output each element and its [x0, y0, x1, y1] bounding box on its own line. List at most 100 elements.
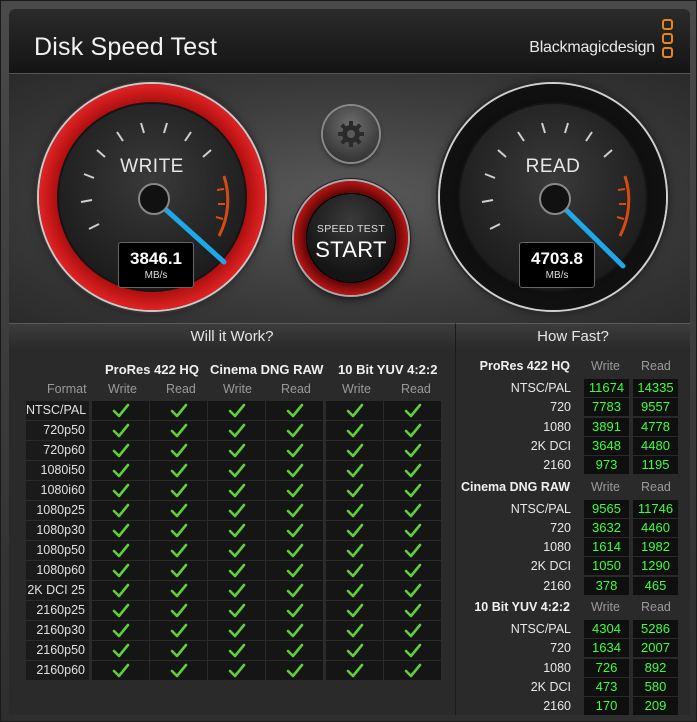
check-icon	[326, 561, 383, 580]
codec-header-yuv: 10 Bit YUV 4:2:2	[338, 362, 438, 377]
check-icon	[266, 541, 323, 560]
how-fast-row: 2K DCI 3648 4480	[456, 436, 691, 456]
how-fast-format: 720	[550, 520, 571, 535]
will-it-work-header: Will it Work?	[9, 323, 455, 349]
how-fast-panel: ProRes 422 HQ Write Read NTSC/PAL 11674 14335…	[455, 349, 691, 716]
format-name: 1080p25	[26, 501, 89, 520]
prores-read-header: Read	[166, 382, 196, 396]
check-icon	[266, 561, 323, 580]
check-icon	[326, 601, 383, 620]
write-speed-cell: 473	[584, 677, 629, 696]
check-icon	[326, 421, 383, 440]
app-window: Disk Speed Test Blackmagicdesign WRITE 3…	[0, 0, 697, 722]
check-icon	[92, 521, 149, 540]
check-icon	[384, 481, 441, 500]
how-fast-format: 2160	[543, 699, 571, 714]
check-icon	[150, 401, 207, 420]
read-speed-cell: 1982	[633, 538, 678, 557]
check-icon	[92, 541, 149, 560]
check-icon	[208, 441, 265, 460]
check-icon	[150, 481, 207, 500]
settings-button[interactable]	[323, 106, 379, 162]
check-icon	[92, 501, 149, 520]
read-speed-cell: 465	[633, 576, 678, 595]
read-speed-cell: 4778	[633, 417, 678, 436]
format-name: 2160p50	[26, 641, 89, 660]
blackmagic-logo-icon	[662, 19, 674, 61]
check-icon	[208, 481, 265, 500]
read-speed-cell: 209	[633, 697, 678, 716]
format-name: 1080p50	[26, 541, 89, 560]
how-fast-section-title: ProRes 422 HQ	[479, 359, 570, 373]
check-icon	[326, 541, 383, 560]
check-icon	[208, 601, 265, 620]
how-fast-format: 2160	[543, 578, 571, 593]
read-speed-cell: 892	[633, 658, 678, 677]
check-icon	[384, 521, 441, 540]
check-icon	[150, 421, 207, 440]
write-speed-cell: 4304	[584, 620, 629, 638]
will-it-work-panel: ProRes 422 HQ Cinema DNG RAW 10 Bit YUV …	[9, 349, 455, 715]
write-speed-cell: 378	[584, 576, 629, 595]
check-icon	[208, 461, 265, 480]
gauge-area: WRITE 3846.1 MB/s SPEED TEST START READ …	[9, 73, 690, 323]
check-icon	[384, 461, 441, 480]
write-speed-cell: 170	[584, 697, 629, 716]
check-icon	[326, 401, 383, 420]
check-icon	[92, 461, 149, 480]
how-fast-format: NTSC/PAL	[510, 622, 571, 636]
check-icon	[150, 501, 207, 520]
read-speed-cell: 14335	[633, 379, 678, 397]
format-name: 720p50	[26, 421, 89, 440]
check-icon	[92, 441, 149, 460]
start-button-sublabel: SPEED TEST	[316, 223, 386, 235]
check-icon	[92, 641, 149, 660]
read-speed-value: 4703.8	[531, 249, 583, 268]
how-fast-row: 2K DCI 1050 1290	[456, 557, 691, 576]
read-speed-cell: 4480	[633, 436, 678, 455]
how-fast-write-header: Write	[591, 479, 620, 494]
check-icon	[266, 581, 323, 600]
how-fast-row: NTSC/PAL 9565 11746	[456, 499, 691, 519]
how-fast-row: 2160 973 1195	[456, 456, 691, 475]
check-icon	[92, 581, 149, 600]
check-icon	[150, 561, 207, 580]
format-column-header: Format	[47, 382, 87, 396]
write-speed-cell: 1634	[584, 639, 629, 658]
check-icon	[150, 521, 207, 540]
format-name: NTSC/PAL	[26, 401, 89, 420]
write-speed-unit: MB/s	[144, 270, 168, 281]
start-button[interactable]: SPEED TEST START	[294, 181, 408, 295]
check-icon	[208, 541, 265, 560]
check-icon	[92, 621, 149, 640]
check-icon	[384, 501, 441, 520]
format-name: 2160p25	[26, 601, 89, 620]
check-icon	[92, 561, 149, 580]
start-button-label: START	[315, 237, 387, 262]
read-speed-cell: 11746	[633, 499, 678, 518]
write-speed-cell: 9565	[584, 499, 629, 518]
check-icon	[326, 581, 383, 600]
check-icon	[208, 561, 265, 580]
check-icon	[150, 581, 207, 600]
how-fast-write-header: Write	[591, 359, 620, 373]
read-speed-cell: 1195	[633, 456, 678, 475]
check-icon	[266, 601, 323, 620]
check-icon	[92, 481, 149, 500]
check-icon	[384, 441, 441, 460]
check-icon	[326, 501, 383, 520]
write-speed-cell: 7783	[584, 398, 629, 417]
how-fast-row: 2160 378 465	[456, 576, 691, 596]
how-fast-format: 2160	[543, 458, 571, 473]
how-fast-row: NTSC/PAL 4304 5286	[456, 620, 691, 639]
check-icon	[208, 581, 265, 600]
check-icon	[150, 661, 207, 680]
check-icon	[266, 421, 323, 440]
read-speed-cell: 4460	[633, 518, 678, 537]
check-icon	[326, 461, 383, 480]
check-icon	[208, 621, 265, 640]
check-icon	[150, 461, 207, 480]
format-name: 1080i50	[26, 461, 89, 480]
how-fast-format: 1080	[543, 540, 571, 555]
read-speed-cell: 580	[633, 677, 678, 696]
